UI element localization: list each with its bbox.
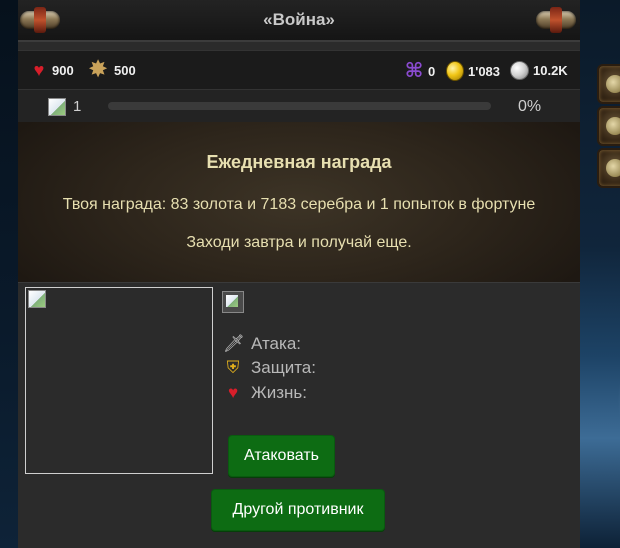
attack-attribute: 🗡 Атака:: [223, 334, 301, 354]
daily-reward-note: Заходи завтра и получай еще.: [186, 234, 412, 251]
scroll-tab-icon: [606, 159, 620, 177]
heart-icon: ♥: [33, 60, 45, 80]
main-panel: «Война» ♥ 900 ✸ 500 ⌘ 0 1'083 10.2K 1 0%…: [18, 0, 580, 548]
opponent-rank-icon: [222, 291, 244, 313]
burst-icon: ✸: [87, 56, 109, 83]
defense-label: Защита:: [251, 358, 316, 377]
stat-silver: 10.2K: [510, 61, 568, 80]
background-left: [0, 0, 18, 548]
daily-reward-text: Твоя награда: 83 золота и 7183 серебра и…: [62, 196, 536, 213]
gold-coin-icon: [446, 61, 464, 81]
side-tab-2[interactable]: [597, 106, 620, 146]
silver-value: 10.2K: [533, 63, 568, 78]
gear-tab-icon: [606, 75, 620, 93]
page-title: «Война»: [263, 10, 335, 29]
level-icon: [48, 98, 66, 116]
opponent-portrait[interactable]: [25, 287, 213, 474]
shield-icon: ⛨: [226, 358, 240, 377]
stat-gold: 1'083: [446, 61, 500, 81]
defense-attribute: ⛨ Защита:: [223, 358, 316, 378]
progress-percent: 0%: [518, 98, 542, 115]
stats-bar: ♥ 900 ✸ 500 ⌘ 0 1'083 10.2K: [18, 50, 580, 90]
attack-label: Атака:: [251, 334, 302, 353]
other-opponent-button[interactable]: Другой противник: [211, 489, 385, 531]
silver-coin-icon: [510, 61, 529, 80]
life-attribute: ♥ Жизнь:: [223, 383, 307, 403]
heart-icon: ♥: [227, 383, 239, 402]
daily-reward-panel: Ежедневная награда Твоя награда: 83 золо…: [18, 122, 580, 283]
crossed-axes-emblem-right[interactable]: [534, 6, 578, 34]
runes-value: 0: [428, 63, 436, 79]
rune-icon: ⌘: [404, 60, 424, 82]
attack-button[interactable]: Атаковать: [228, 435, 335, 477]
daily-reward-title: Ежедневная награда: [206, 152, 392, 172]
energy-value: 500: [114, 62, 136, 78]
level-number: 1: [73, 98, 82, 115]
progress-track: [108, 102, 491, 110]
stat-health: ♥ 900: [30, 61, 74, 79]
side-tab-3[interactable]: [597, 148, 620, 188]
stat-energy: ✸ 500: [86, 58, 136, 82]
level-progress: 1 0%: [18, 90, 580, 122]
gold-value: 1'083: [468, 63, 501, 79]
page-header: «Война»: [18, 0, 580, 42]
medal-tab-icon: [606, 117, 620, 135]
side-tab-1[interactable]: [597, 64, 620, 104]
stat-runes: ⌘ 0: [404, 60, 436, 82]
health-value: 900: [52, 62, 74, 78]
sword-icon: 🗡: [223, 334, 245, 353]
life-label: Жизнь:: [251, 383, 307, 402]
broken-image-icon: [28, 290, 46, 308]
